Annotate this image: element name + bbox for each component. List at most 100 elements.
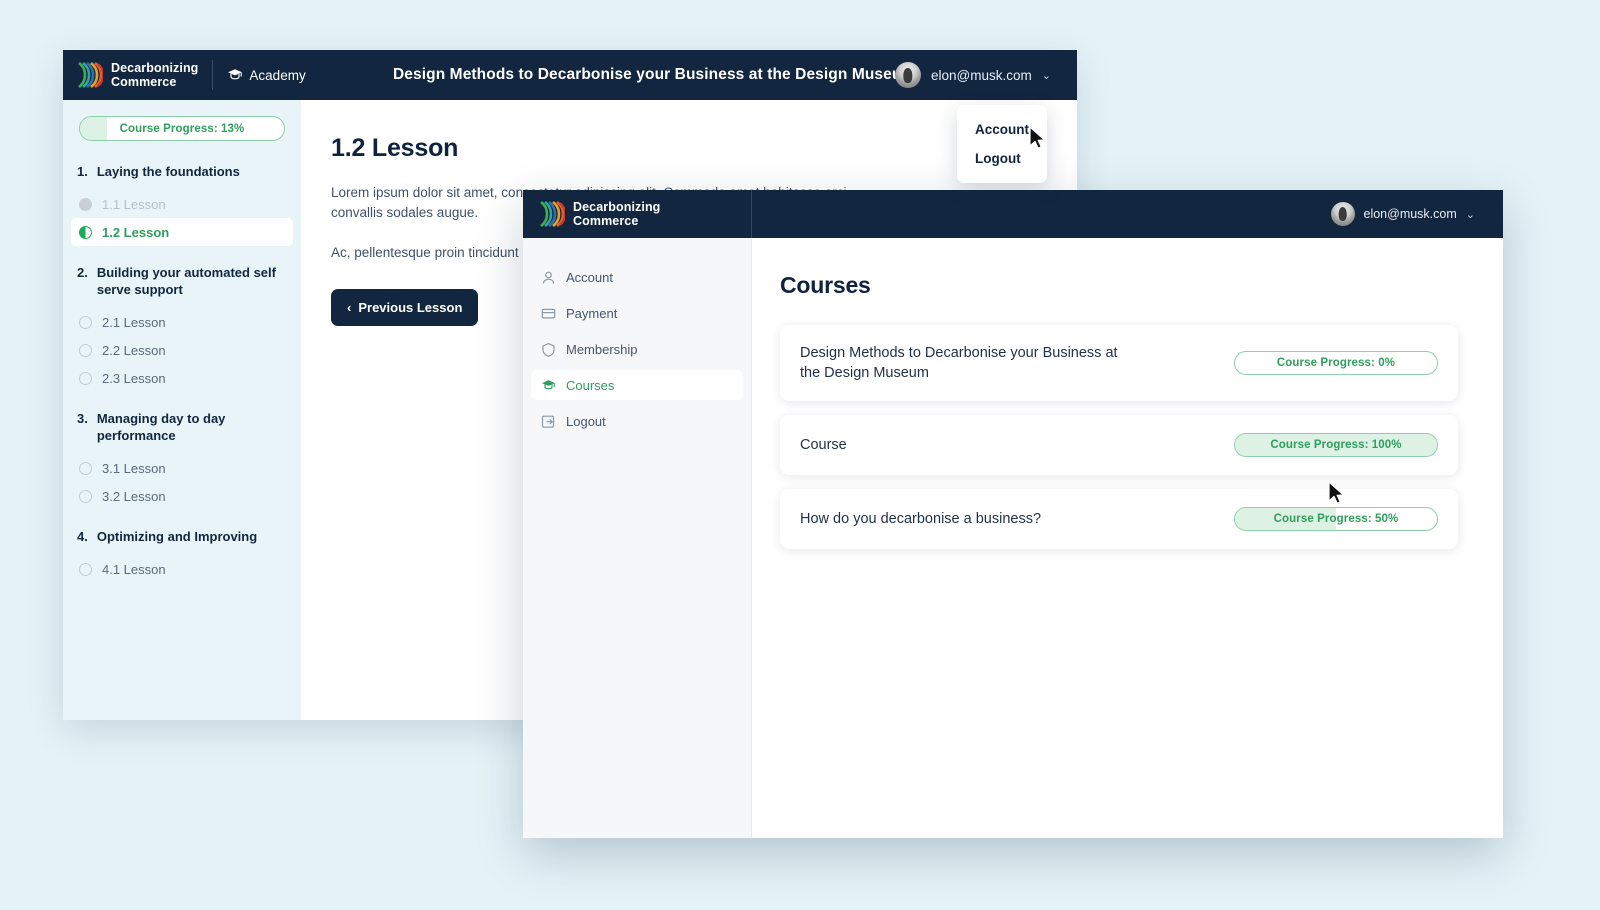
- chapter-number: 4.: [77, 529, 88, 544]
- decarbonizing-commerce-logo-icon: [78, 61, 103, 89]
- lesson-row[interactable]: 1.2 Lesson: [71, 218, 293, 246]
- course-card-list: Design Methods to Decarbonise your Busin…: [780, 325, 1458, 549]
- course-progress-fill: [80, 117, 107, 140]
- user-email: elon@musk.com: [931, 67, 1032, 83]
- courses-page-title: Courses: [780, 272, 871, 298]
- previous-lesson-button[interactable]: ‹ Previous Lesson: [331, 289, 479, 326]
- front-window-body: Account Payment Membership Courses Logout Co…: [523, 238, 1503, 838]
- front-brand-name-line1: Decarbonizing: [573, 200, 661, 214]
- academy-link[interactable]: Academy: [227, 67, 306, 83]
- lesson-row[interactable]: 2.3 Lesson: [63, 364, 301, 392]
- header-divider: [212, 60, 214, 90]
- course-progress-label: Course Progress: 50%: [1273, 513, 1399, 525]
- chapter-number: 2.: [77, 265, 88, 280]
- course-progress-pill: Course Progress: 50%: [1234, 507, 1438, 531]
- lesson-todo-icon: [79, 562, 92, 576]
- sidebar-item-payment[interactable]: Payment: [531, 298, 743, 328]
- front-brand-name-line2: Commerce: [573, 214, 639, 228]
- sidebar-item-account[interactable]: Account: [531, 262, 743, 292]
- previous-lesson-label: Previous Lesson: [358, 300, 463, 315]
- lesson-row[interactable]: 3.2 Lesson: [63, 482, 301, 510]
- page-title: 1.2 Lesson: [331, 134, 459, 162]
- chapter-title: Managing day to day performance: [96, 411, 226, 443]
- lesson-todo-icon: [79, 371, 92, 385]
- account-nav-list: Account Payment Membership Courses Logout: [523, 262, 751, 436]
- chapter-heading: 4. Optimizing and Improving: [63, 528, 301, 545]
- user-menu-trigger[interactable]: elon@musk.com ⌄: [895, 62, 1051, 88]
- course-card-title: How do you decarbonise a business?: [800, 511, 1042, 527]
- account-window: Decarbonizing Commerce elon@musk.com ⌄ A…: [523, 190, 1503, 838]
- account-nav: Account Payment Membership Courses Logout: [523, 238, 752, 838]
- course-progress-label: Course Progress: 13%: [119, 122, 245, 135]
- academy-label: Academy: [249, 67, 306, 83]
- course-progress-label: Course Progress: 0%: [1276, 357, 1396, 369]
- course-card[interactable]: Course Course Progress: 100%: [780, 415, 1458, 475]
- course-progress-pill: Course Progress: 13%: [79, 116, 285, 141]
- chapter-number: 3.: [77, 411, 88, 426]
- lesson-todo-icon: [79, 489, 92, 503]
- lesson-progress-half-icon: [79, 225, 92, 239]
- course-card-title: Design Methods to Decarbonise your Busin…: [800, 345, 1118, 381]
- brand-name: Decarbonizing Commerce: [111, 61, 198, 89]
- lesson-label: 1.2 Lesson: [102, 224, 170, 240]
- front-window-header: Decarbonizing Commerce elon@musk.com ⌄: [523, 190, 1503, 238]
- decarbonizing-commerce-logo-icon: [540, 200, 565, 228]
- chapter-number: 1.: [77, 164, 88, 179]
- course-progress-badge: Course Progress: 13%: [79, 116, 285, 141]
- brand-name-line2: Commerce: [111, 75, 177, 89]
- front-brand-logo[interactable]: Decarbonizing Commerce: [523, 190, 752, 238]
- chapter-title: Building your automated self serve suppo…: [96, 265, 276, 297]
- lesson-label: 3.2 Lesson: [102, 488, 166, 504]
- dropdown-item-account[interactable]: Account: [957, 115, 1047, 144]
- lesson-row[interactable]: 1.1 Lesson: [63, 190, 301, 218]
- lesson-sidebar: Course Progress: 13% 1. Laying the founda…: [63, 100, 301, 720]
- lesson-row[interactable]: 2.1 Lesson: [63, 308, 301, 336]
- chevron-down-icon: ⌄: [1041, 69, 1051, 82]
- course-card[interactable]: How do you decarbonise a business? Course…: [780, 489, 1458, 549]
- lesson-todo-icon: [79, 343, 92, 357]
- course-card[interactable]: Design Methods to Decarbonise your Busin…: [780, 325, 1458, 401]
- sidebar-item-membership[interactable]: Membership: [531, 334, 743, 364]
- front-brand-name: Decarbonizing Commerce: [573, 200, 660, 228]
- course-progress-pill: Course Progress: 100%: [1234, 433, 1438, 457]
- sidebar-item-label: Courses: [566, 377, 615, 393]
- user-icon: [542, 271, 555, 284]
- chapter-title: Optimizing and Improving: [96, 529, 258, 544]
- graduation-cap-icon: [228, 69, 243, 80]
- back-window-header: Decarbonizing Commerce Academy Design Me…: [63, 50, 1077, 100]
- lesson-row[interactable]: 4.1 Lesson: [63, 555, 301, 583]
- screen: Decarbonizing Commerce Academy Design Me…: [0, 0, 1600, 910]
- chevron-left-icon: ‹: [347, 300, 352, 315]
- chapter-heading: 1. Laying the foundations: [63, 163, 301, 180]
- course-title: Design Methods to Decarbonise your Busin…: [393, 66, 916, 83]
- chapter-heading: 2. Building your automated self serve sup…: [63, 264, 301, 298]
- avatar: [895, 62, 922, 88]
- chapter-heading: 3. Managing day to day performance: [63, 410, 301, 444]
- lesson-complete-icon: [79, 197, 92, 211]
- dropdown-item-logout[interactable]: Logout: [957, 144, 1047, 173]
- sidebar-item-courses[interactable]: Courses: [531, 370, 743, 400]
- avatar: [1330, 202, 1355, 226]
- sidebar-item-label: Account: [566, 269, 613, 285]
- lesson-row[interactable]: 3.1 Lesson: [63, 454, 301, 482]
- graduation-cap-icon: [542, 379, 555, 389]
- lesson-todo-icon: [79, 461, 92, 475]
- sidebar-item-label: Membership: [566, 341, 638, 357]
- shield-icon: [542, 342, 555, 357]
- user-dropdown-menu: Account Logout: [957, 105, 1047, 183]
- lesson-label: 2.3 Lesson: [102, 370, 166, 386]
- lesson-label: 3.1 Lesson: [102, 460, 166, 476]
- course-progress-label: Course Progress: 100%: [1270, 439, 1402, 451]
- sidebar-item-label: Payment: [566, 305, 618, 321]
- sidebar-item-label: Logout: [566, 413, 606, 429]
- chapter-title: Laying the foundations: [96, 164, 240, 179]
- lesson-label: 2.2 Lesson: [102, 342, 166, 358]
- lesson-row[interactable]: 2.2 Lesson: [63, 336, 301, 364]
- brand-logo[interactable]: Decarbonizing Commerce: [63, 61, 198, 89]
- front-user-menu-trigger[interactable]: elon@musk.com ⌄: [1330, 202, 1475, 226]
- courses-panel: Courses Design Methods to Decarbonise yo…: [752, 238, 1503, 838]
- lesson-label: 1.1 Lesson: [102, 196, 166, 212]
- chapter-list: 1. Laying the foundations 1.1 Lesson 1.2 Le…: [63, 163, 301, 583]
- lesson-label: 2.1 Lesson: [102, 314, 166, 330]
- sidebar-item-logout[interactable]: Logout: [531, 406, 743, 436]
